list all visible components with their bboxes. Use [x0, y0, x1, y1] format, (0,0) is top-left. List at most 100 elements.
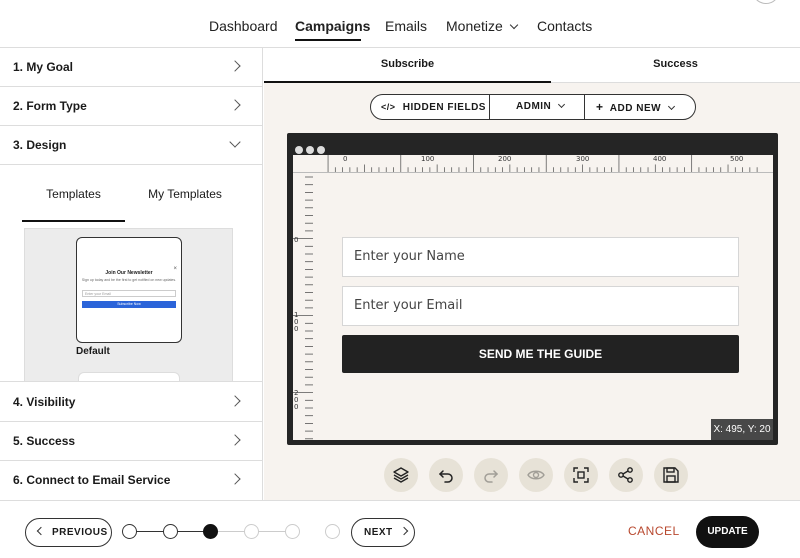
step-label: 6. Connect to Email Service: [13, 473, 171, 487]
step-label: 2. Form Type: [13, 99, 87, 113]
layers-button[interactable]: [384, 458, 418, 492]
progress-step-1[interactable]: [122, 524, 137, 539]
ruler-top-label: 500: [730, 155, 744, 163]
fit-screen-icon: [573, 467, 589, 483]
send-guide-button[interactable]: SEND ME THE GUIDE: [342, 335, 739, 373]
ruler-left-label: 200: [294, 389, 299, 411]
template-card-default[interactable]: × Join Our Newsletter Sign up today and …: [76, 237, 182, 343]
progress-step-3-current[interactable]: [203, 524, 218, 539]
nav-dashboard[interactable]: Dashboard: [209, 18, 278, 34]
cancel-button[interactable]: CANCEL: [628, 524, 680, 538]
chevron-down-icon: [509, 20, 519, 30]
editor-toolbar: </> HIDDEN FIELDS ADMIN + ADD NEW: [370, 94, 696, 120]
step-my-goal[interactable]: 1. My Goal: [0, 48, 263, 87]
add-new-label: ADD NEW: [609, 103, 662, 114]
previous-label: PREVIOUS: [52, 527, 108, 538]
tab-success[interactable]: Success: [551, 58, 800, 70]
nav-contacts[interactable]: Contacts: [537, 18, 592, 34]
ruler-top-label: 300: [576, 155, 590, 163]
redo-button[interactable]: [474, 458, 508, 492]
redo-icon: [484, 470, 499, 483]
nav-monetize[interactable]: Monetize: [446, 18, 519, 34]
step-label: 5. Success: [13, 434, 76, 448]
chevron-right-icon: [229, 434, 241, 446]
role-dropdown[interactable]: ADMIN: [516, 95, 566, 119]
toolbar-divider: [489, 95, 490, 119]
nav-active-indicator: [295, 39, 361, 41]
ruler-top-label: 100: [421, 155, 435, 163]
hidden-fields-label: HIDDEN FIELDS: [402, 102, 486, 113]
settings-sidebar: 1. My Goal 2. Form Type 3. Design Templa…: [0, 48, 263, 500]
ruler-top-label: 0: [343, 155, 348, 163]
nav-emails[interactable]: Emails: [385, 18, 427, 34]
template-preview-button: Subscribe Now: [82, 301, 176, 308]
tab-templates[interactable]: Templates: [22, 187, 125, 222]
undo-button[interactable]: [429, 458, 463, 492]
tab-subscribe[interactable]: Subscribe: [264, 58, 551, 83]
layers-icon: [393, 467, 409, 483]
step-design[interactable]: 3. Design: [0, 126, 263, 165]
code-icon: </>: [381, 102, 396, 112]
fit-screen-button[interactable]: [564, 458, 598, 492]
add-new-dropdown[interactable]: + ADD NEW: [596, 95, 676, 119]
wizard-footer: PREVIOUS NEXT CANCEL UPDATE: [0, 500, 800, 558]
avatar[interactable]: [752, 0, 780, 4]
save-button[interactable]: [654, 458, 688, 492]
progress-step-2[interactable]: [163, 524, 178, 539]
chevron-right-icon: [229, 395, 241, 407]
name-field[interactable]: Enter your Name: [342, 237, 739, 277]
next-button[interactable]: NEXT: [351, 518, 415, 547]
template-name: Default: [76, 346, 110, 357]
step-label: 1. My Goal: [13, 60, 74, 74]
ruler-left-label: 100: [294, 311, 299, 333]
step-label: 4. Visibility: [13, 395, 76, 409]
template-preview-title: Join Our Newsletter: [105, 270, 153, 276]
ruler-horizontal: [293, 155, 773, 173]
step-visibility[interactable]: 4. Visibility: [0, 383, 263, 422]
step-connect-email-service[interactable]: 6. Connect to Email Service: [0, 461, 263, 500]
template-gallery: × Join Our Newsletter Sign up today and …: [24, 228, 233, 381]
editor-area: Subscribe Success </> HIDDEN FIELDS ADMI…: [264, 48, 800, 500]
progress-step-4[interactable]: [244, 524, 259, 539]
update-button[interactable]: UPDATE: [696, 516, 759, 548]
nav-campaigns[interactable]: Campaigns: [295, 18, 370, 34]
ruler-left-label: 0: [294, 236, 299, 244]
share-button[interactable]: [609, 458, 643, 492]
step-success[interactable]: 5. Success: [0, 422, 263, 461]
hidden-fields-button[interactable]: </> HIDDEN FIELDS: [381, 95, 486, 119]
template-preview-input: Enter your Email: [82, 290, 176, 297]
step-label: 3. Design: [13, 138, 67, 152]
progress-step-6[interactable]: [325, 524, 340, 539]
toolbar-divider: [584, 95, 585, 119]
chevron-right-icon: [229, 60, 241, 72]
undo-icon: [438, 470, 453, 483]
chevron-left-icon: [36, 526, 46, 536]
share-icon: [618, 467, 633, 483]
save-icon: [663, 467, 679, 483]
design-canvas[interactable]: 0 100 200 300 400 500 0 100 200 Enter yo…: [293, 155, 773, 440]
step-form-type[interactable]: 2. Form Type: [0, 87, 263, 126]
template-preview-text: Sign up today and be the first to get no…: [81, 278, 177, 282]
role-label: ADMIN: [516, 101, 552, 112]
preview-eye-icon: [527, 470, 545, 480]
tab-my-templates[interactable]: My Templates: [135, 187, 235, 201]
top-navigation: Dashboard Campaigns Emails Monetize Cont…: [0, 0, 800, 48]
chevron-down-icon: [229, 136, 241, 148]
view-tabs: Subscribe Success: [264, 48, 800, 83]
ruler-top-label: 200: [498, 155, 512, 163]
canvas-tools: [384, 458, 694, 492]
nav-monetize-label: Monetize: [446, 18, 503, 34]
previous-button[interactable]: PREVIOUS: [25, 518, 112, 547]
chevron-right-icon: [229, 99, 241, 111]
plus-icon: +: [596, 100, 604, 114]
design-panel: Templates My Templates × Join Our Newsle…: [0, 165, 263, 382]
email-field[interactable]: Enter your Email: [342, 286, 739, 326]
progress-step-5[interactable]: [285, 524, 300, 539]
cursor-coordinates: X: 495, Y: 20: [711, 419, 773, 440]
browser-preview-frame: 0 100 200 300 400 500 0 100 200 Enter yo…: [287, 133, 778, 445]
preview-button[interactable]: [519, 458, 553, 492]
chevron-right-icon: [229, 473, 241, 485]
next-label: NEXT: [364, 527, 393, 538]
chevron-right-icon: [399, 526, 408, 536]
template-card-next[interactable]: [78, 372, 180, 381]
